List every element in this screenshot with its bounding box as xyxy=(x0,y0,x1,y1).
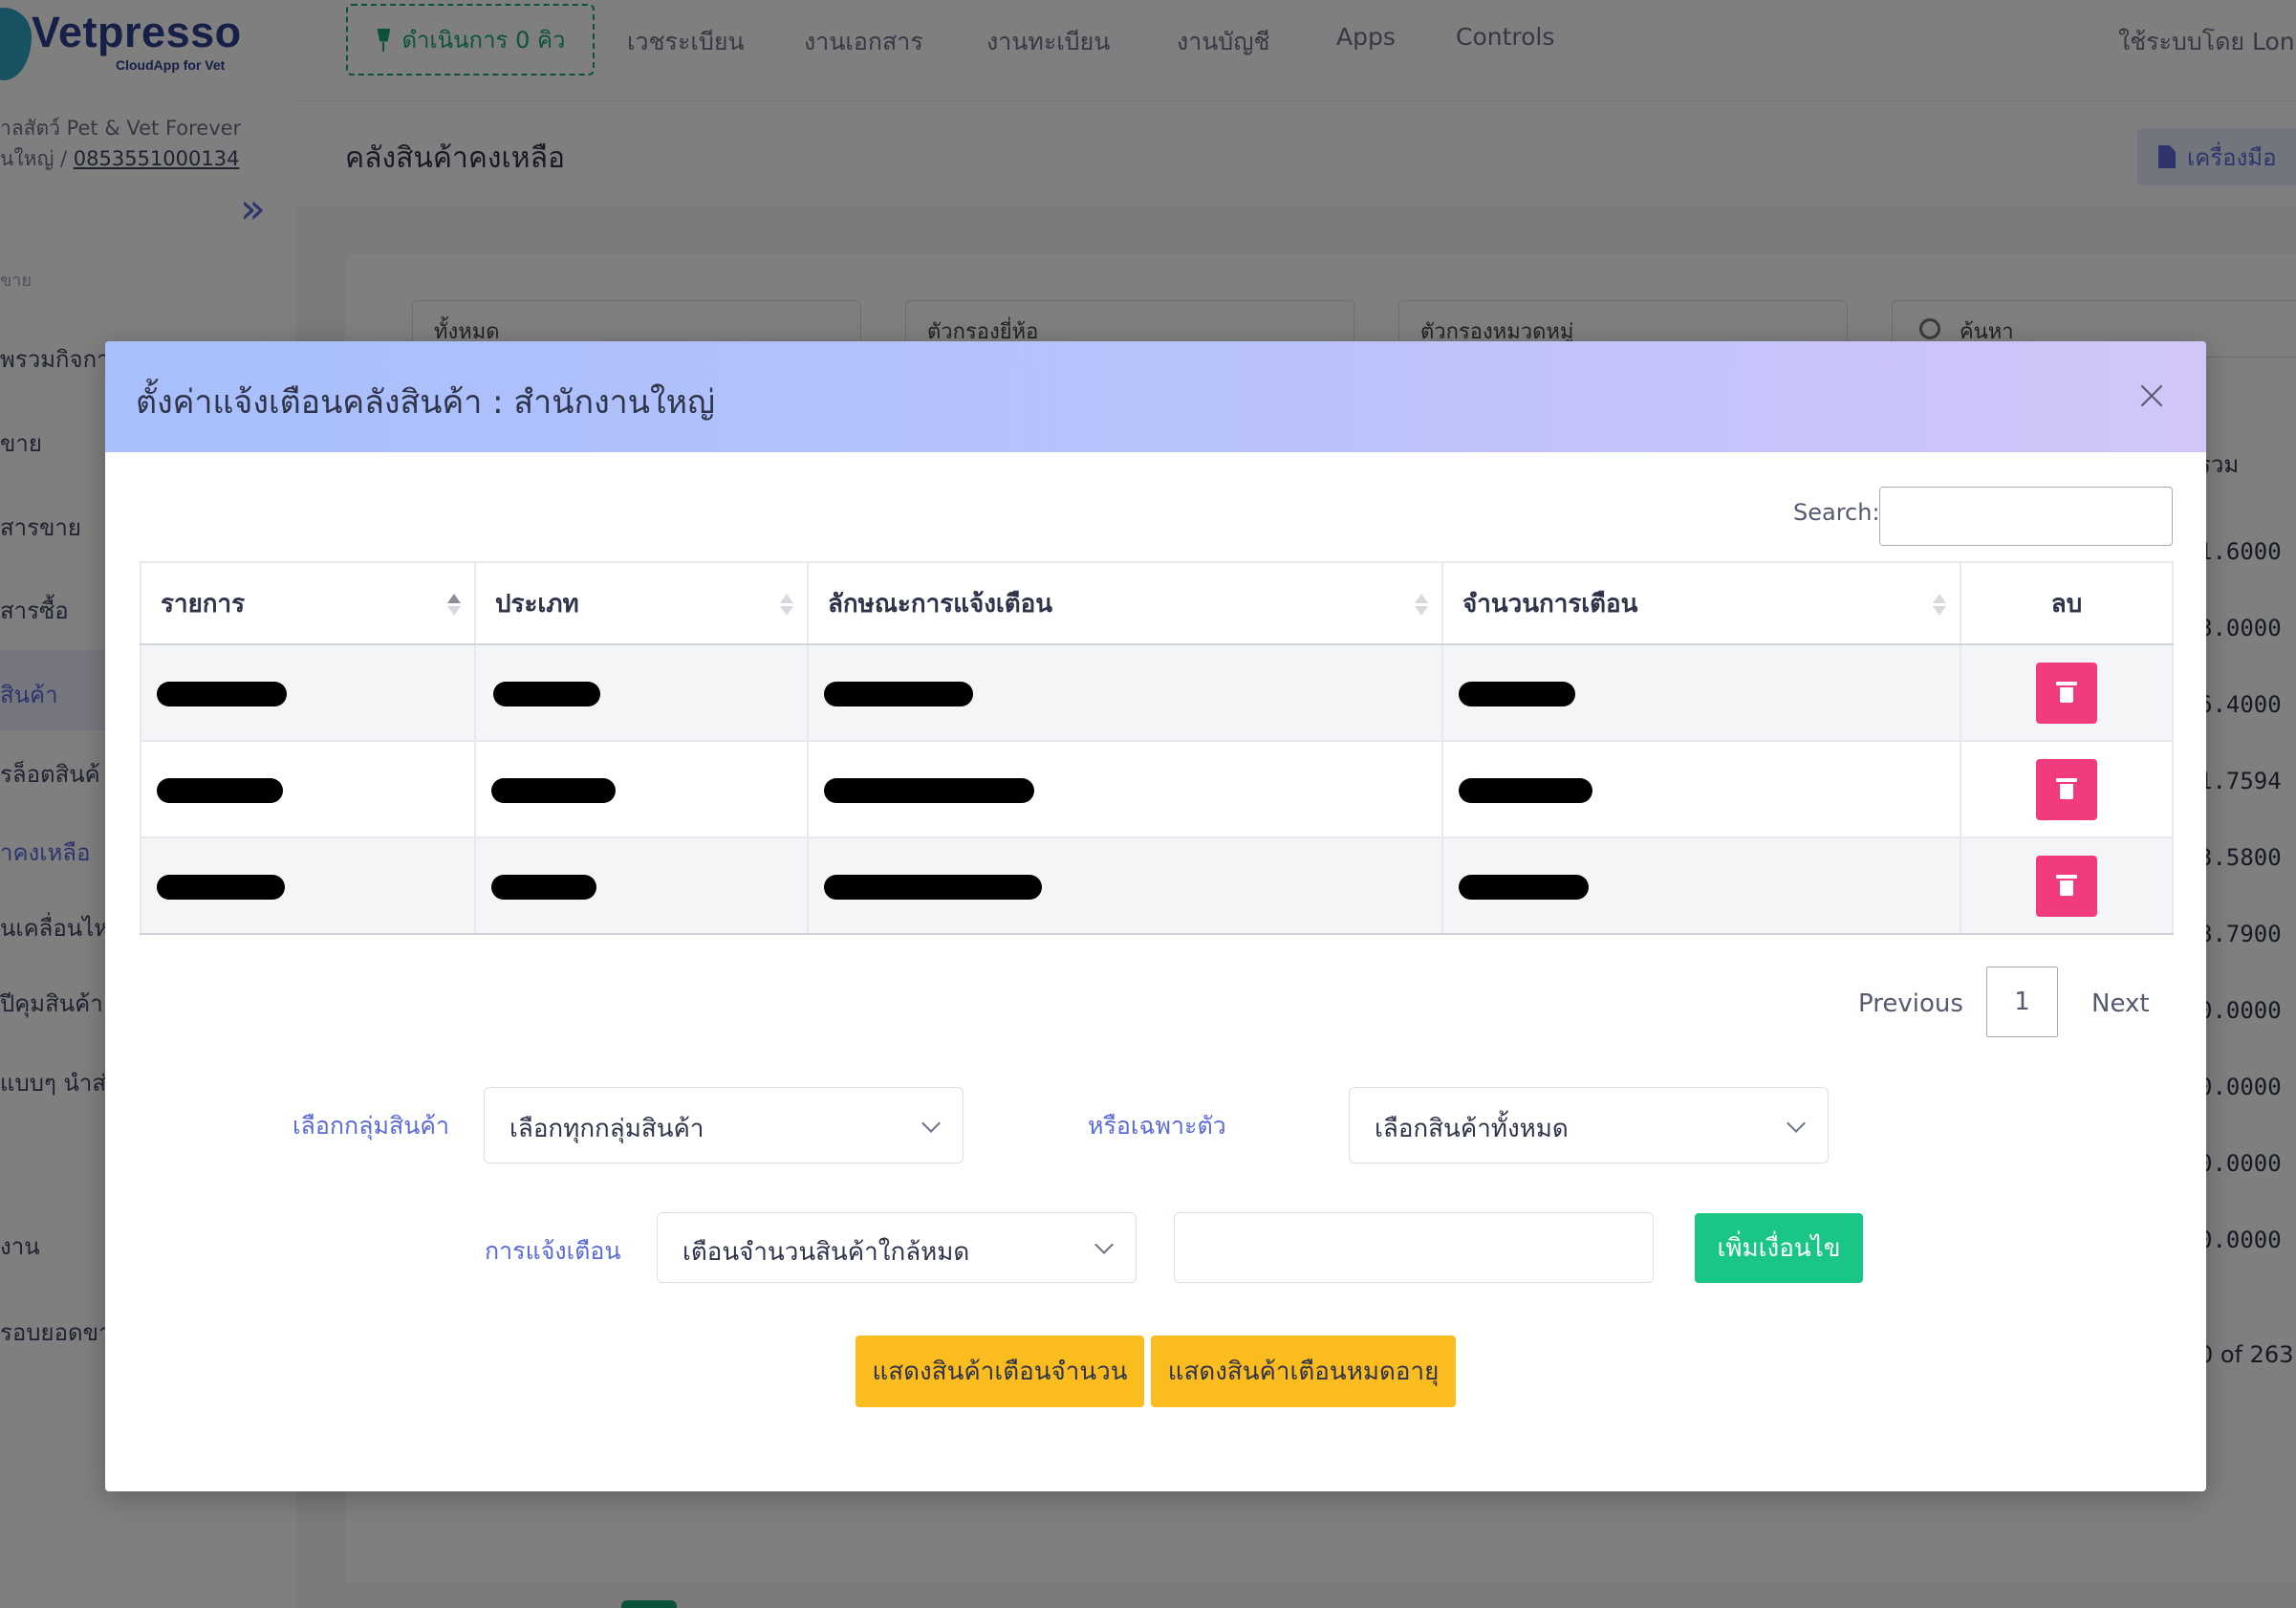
trash-icon xyxy=(2056,874,2077,896)
single-item-label: หรือเฉพาะตัว xyxy=(1088,1112,1226,1140)
redacted-text xyxy=(493,681,600,706)
table-cell-delete xyxy=(1960,837,2174,935)
alert-type-label: การแจ้งเตือน xyxy=(485,1237,621,1265)
modal-title: ตั้งค่าแจ้งเตือนคลังสินค้า : สำนักงานใหญ… xyxy=(136,383,715,422)
delete-button[interactable] xyxy=(2036,662,2097,724)
table-cell-type xyxy=(474,837,809,935)
pagination-next[interactable]: Next xyxy=(2091,989,2150,1018)
table-cell-item xyxy=(140,837,476,935)
show-expiry-alert-button[interactable]: แสดงสินค้าเตือนหมดอายุ xyxy=(1151,1336,1456,1407)
sort-asc-icon xyxy=(447,594,461,617)
pagination-page[interactable]: 1 xyxy=(1986,967,2058,1037)
redacted-text xyxy=(157,777,283,803)
chevron-down-icon xyxy=(921,1114,941,1133)
table-cell-alert-amount xyxy=(1441,740,1961,838)
sort-icon xyxy=(1933,594,1946,617)
column-header-delete: ลบ xyxy=(1960,561,2174,645)
product-group-select[interactable]: เลือกทุกกลุ่มสินค้า xyxy=(484,1087,964,1163)
alert-amount-input[interactable] xyxy=(1174,1212,1654,1283)
redacted-text xyxy=(1459,777,1592,803)
alert-type-select[interactable]: เตือนจำนวนสินค้าใกล้หมด xyxy=(657,1212,1137,1283)
table-row xyxy=(140,837,2174,935)
search-input[interactable] xyxy=(1879,487,2173,546)
alert-rules-table: รายการ ประเภท ลักษณะการแจ้งเตือน จำนวนกา… xyxy=(140,561,2174,935)
table-row xyxy=(140,740,2174,838)
modal-header: ตั้งค่าแจ้งเตือนคลังสินค้า : สำนักงานใหญ… xyxy=(105,341,2206,452)
table-cell-item xyxy=(140,643,476,742)
table-cell-alert-amount xyxy=(1441,643,1961,742)
redacted-text xyxy=(157,681,287,706)
alert-type-value: เตือนจำนวนสินค้าใกล้หมด xyxy=(682,1238,970,1267)
close-icon[interactable] xyxy=(2135,380,2168,412)
stock-alert-settings-modal: ตั้งค่าแจ้งเตือนคลังสินค้า : สำนักงานใหญ… xyxy=(105,341,2206,1491)
table-cell-delete xyxy=(1960,740,2174,838)
search-label: Search: xyxy=(1793,499,1880,526)
delete-button[interactable] xyxy=(2036,855,2097,917)
redacted-text xyxy=(824,874,1042,900)
table-cell-delete xyxy=(1960,643,2174,742)
chevron-down-icon xyxy=(1787,1114,1806,1133)
table-cell-alert-amount xyxy=(1441,837,1961,935)
redacted-text xyxy=(491,874,596,900)
table-cell-type xyxy=(474,643,809,742)
table-cell-type xyxy=(474,740,809,838)
chevron-down-icon xyxy=(1094,1235,1114,1254)
table-cell-alert-kind xyxy=(807,740,1443,838)
sort-icon xyxy=(1415,594,1428,617)
redacted-text xyxy=(1459,681,1575,706)
column-header-alert-amount[interactable]: จำนวนการเตือน xyxy=(1441,561,1961,645)
product-group-value: เลือกทุกกลุ่มสินค้า xyxy=(509,1115,704,1143)
column-header-item[interactable]: รายการ xyxy=(140,561,476,645)
pagination-previous[interactable]: Previous xyxy=(1858,989,1963,1018)
table-header-row: รายการ ประเภท ลักษณะการแจ้งเตือน จำนวนกา… xyxy=(140,561,2174,645)
redacted-text xyxy=(824,681,973,706)
redacted-text xyxy=(491,777,616,803)
redacted-text xyxy=(1459,874,1589,900)
delete-button[interactable] xyxy=(2036,758,2097,820)
single-item-select[interactable]: เลือกสินค้าทั้งหมด xyxy=(1349,1087,1829,1163)
trash-icon xyxy=(2056,681,2077,703)
add-condition-button[interactable]: เพิ่มเงื่อนไข xyxy=(1695,1213,1863,1283)
table-cell-alert-kind xyxy=(807,837,1443,935)
column-header-alert-kind[interactable]: ลักษณะการแจ้งเตือน xyxy=(807,561,1443,645)
trash-icon xyxy=(2056,777,2077,799)
product-group-label: เลือกกลุ่มสินค้า xyxy=(292,1112,450,1140)
table-row xyxy=(140,643,2174,742)
table-cell-item xyxy=(140,740,476,838)
column-header-type[interactable]: ประเภท xyxy=(474,561,809,645)
redacted-text xyxy=(157,874,285,900)
redacted-text xyxy=(824,777,1034,803)
single-item-value: เลือกสินค้าทั้งหมด xyxy=(1375,1115,1569,1143)
sort-icon xyxy=(780,594,793,617)
table-cell-alert-kind xyxy=(807,643,1443,742)
show-quantity-alert-button[interactable]: แสดงสินค้าเตือนจำนวน xyxy=(856,1336,1144,1407)
